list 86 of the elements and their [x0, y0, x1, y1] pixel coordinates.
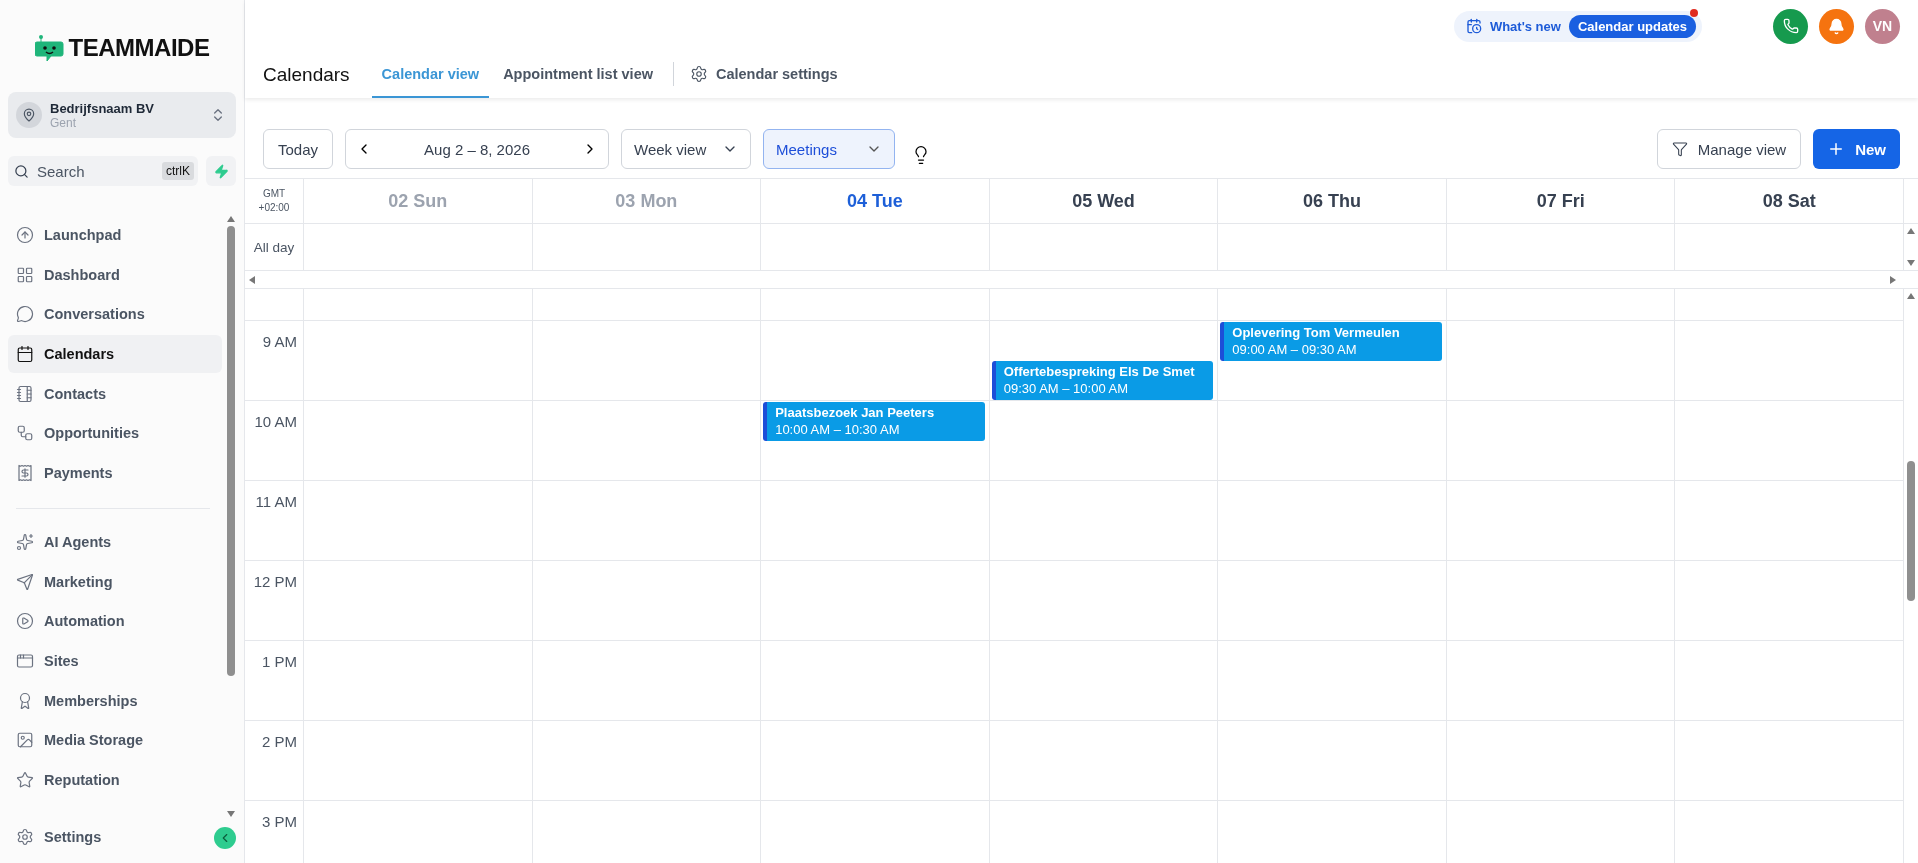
day-header: 07 Fri	[1446, 179, 1676, 223]
browser-window-icon	[16, 651, 34, 670]
calendar-icon	[16, 345, 34, 364]
calendar-select[interactable]: Meetings	[763, 129, 896, 169]
play-circle-icon	[16, 612, 34, 631]
event-title: Offertebespreking Els De Smet	[1003, 364, 1196, 379]
sparkle-icon	[16, 532, 34, 551]
day-header: 08 Sat	[1675, 179, 1905, 223]
day-header: 05 Wed	[989, 179, 1219, 223]
phone-icon	[1782, 18, 1799, 34]
chat-bubble-icon	[16, 305, 34, 324]
calendar-icon	[1465, 18, 1482, 34]
nav-item[interactable]: Opportunities	[8, 414, 222, 453]
timezone-label: +02:00	[258, 201, 290, 215]
new-button[interactable]: New	[1813, 129, 1900, 169]
hour-label: 10 AM	[254, 413, 297, 431]
whats-new-banner[interactable]: What's new Calendar updates	[1453, 10, 1702, 42]
whats-new-label: What's new	[1489, 18, 1561, 34]
hour-label: 12 PM	[253, 573, 297, 591]
all-day-label: All day	[253, 239, 295, 255]
event-title: Oplevering Tom Vermeulen	[1232, 325, 1401, 340]
paper-plane-icon	[16, 572, 34, 591]
hour-label: 9 AM	[262, 333, 297, 351]
nav-item[interactable]: Dashboard	[8, 255, 222, 294]
calendar-settings-link[interactable]: Calendar settings	[685, 52, 842, 98]
nav-item[interactable]: Launchpad	[8, 216, 222, 254]
day-header: 02 Sun	[304, 179, 533, 223]
today-button[interactable]: Today	[263, 129, 334, 169]
location-pin-icon	[16, 102, 42, 128]
notebook-icon	[16, 384, 34, 403]
collapse-sidebar-button[interactable]	[214, 827, 236, 849]
event-time: 10:00 AM – 10:30 AM	[775, 422, 901, 437]
search-input[interactable]: Search	[35, 161, 156, 181]
phone-button[interactable]	[1773, 8, 1808, 44]
shortcut-hint: ctrlK	[162, 162, 194, 180]
hour-label: 1 PM	[262, 653, 297, 671]
receipt-icon	[16, 464, 34, 483]
nav-item[interactable]: AI Agents	[8, 522, 222, 561]
nav-item[interactable]: Marketing	[8, 562, 222, 601]
notification-dot	[1690, 8, 1698, 17]
event-time: 09:30 AM – 10:00 AM	[1003, 381, 1130, 396]
manage-view-button[interactable]: Manage view	[1656, 129, 1802, 169]
view-select[interactable]: Week view	[621, 129, 752, 169]
company-name: Bedrijfsnaam BV	[50, 100, 156, 116]
logo-wordmark: TEAMMAIDE	[68, 34, 210, 62]
sidebar-scrollbar[interactable]	[226, 216, 236, 817]
updates-badge: Calendar updates	[1568, 14, 1696, 38]
account-switcher[interactable]: Bedrijfsnaam BV Gent	[8, 92, 236, 138]
event-time: 09:00 AM – 09:30 AM	[1232, 342, 1358, 357]
timezone-label: GMT	[262, 187, 286, 201]
nav-item[interactable]: Payments	[8, 454, 222, 493]
lightning-icon	[213, 163, 229, 179]
hour-label: 2 PM	[262, 733, 297, 751]
nav-item[interactable]: Automation	[8, 602, 222, 641]
nav-item[interactable]: Contacts	[8, 374, 222, 413]
filter-icon	[1671, 141, 1688, 157]
star-icon	[16, 770, 34, 789]
hour-label: 11 AM	[255, 493, 297, 511]
hour-label: 3 PM	[262, 813, 297, 831]
nav-item[interactable]: Media Storage	[8, 721, 222, 760]
nav-item[interactable]: Memberships	[8, 681, 222, 720]
search-field[interactable]: Search ctrlK	[8, 156, 198, 186]
date-range: Aug 2 – 8, 2026	[424, 140, 530, 158]
quick-action-button[interactable]	[206, 156, 236, 186]
network-icon	[16, 424, 34, 443]
day-header: 06 Thu	[1218, 179, 1447, 223]
nav-item[interactable]: Calendars	[8, 335, 222, 374]
page-title: Calendars	[263, 63, 351, 87]
event-title: Plaatsbezoek Jan Peeters	[775, 405, 936, 420]
day-header: 04 Tue	[761, 179, 990, 223]
day-header: 03 Mon	[532, 179, 762, 223]
company-location: Gent	[50, 115, 76, 130]
tab[interactable]: Appointment list view	[493, 52, 663, 98]
settings-icon	[689, 65, 708, 83]
settings-icon	[16, 828, 34, 847]
notifications-button[interactable]	[1819, 8, 1854, 44]
robot-logo-icon	[34, 34, 65, 62]
nav-item[interactable]: Settings	[8, 818, 110, 857]
nav-item[interactable]: Sites	[8, 641, 222, 680]
date-range-picker[interactable]: Aug 2 – 8, 2026	[345, 129, 610, 169]
nav-item[interactable]: Conversations	[8, 295, 222, 334]
grid-icon	[16, 265, 34, 284]
nav-item[interactable]: Reputation	[8, 760, 222, 799]
bell-icon	[1828, 17, 1845, 35]
image-icon	[16, 731, 34, 750]
search-icon	[14, 163, 29, 179]
